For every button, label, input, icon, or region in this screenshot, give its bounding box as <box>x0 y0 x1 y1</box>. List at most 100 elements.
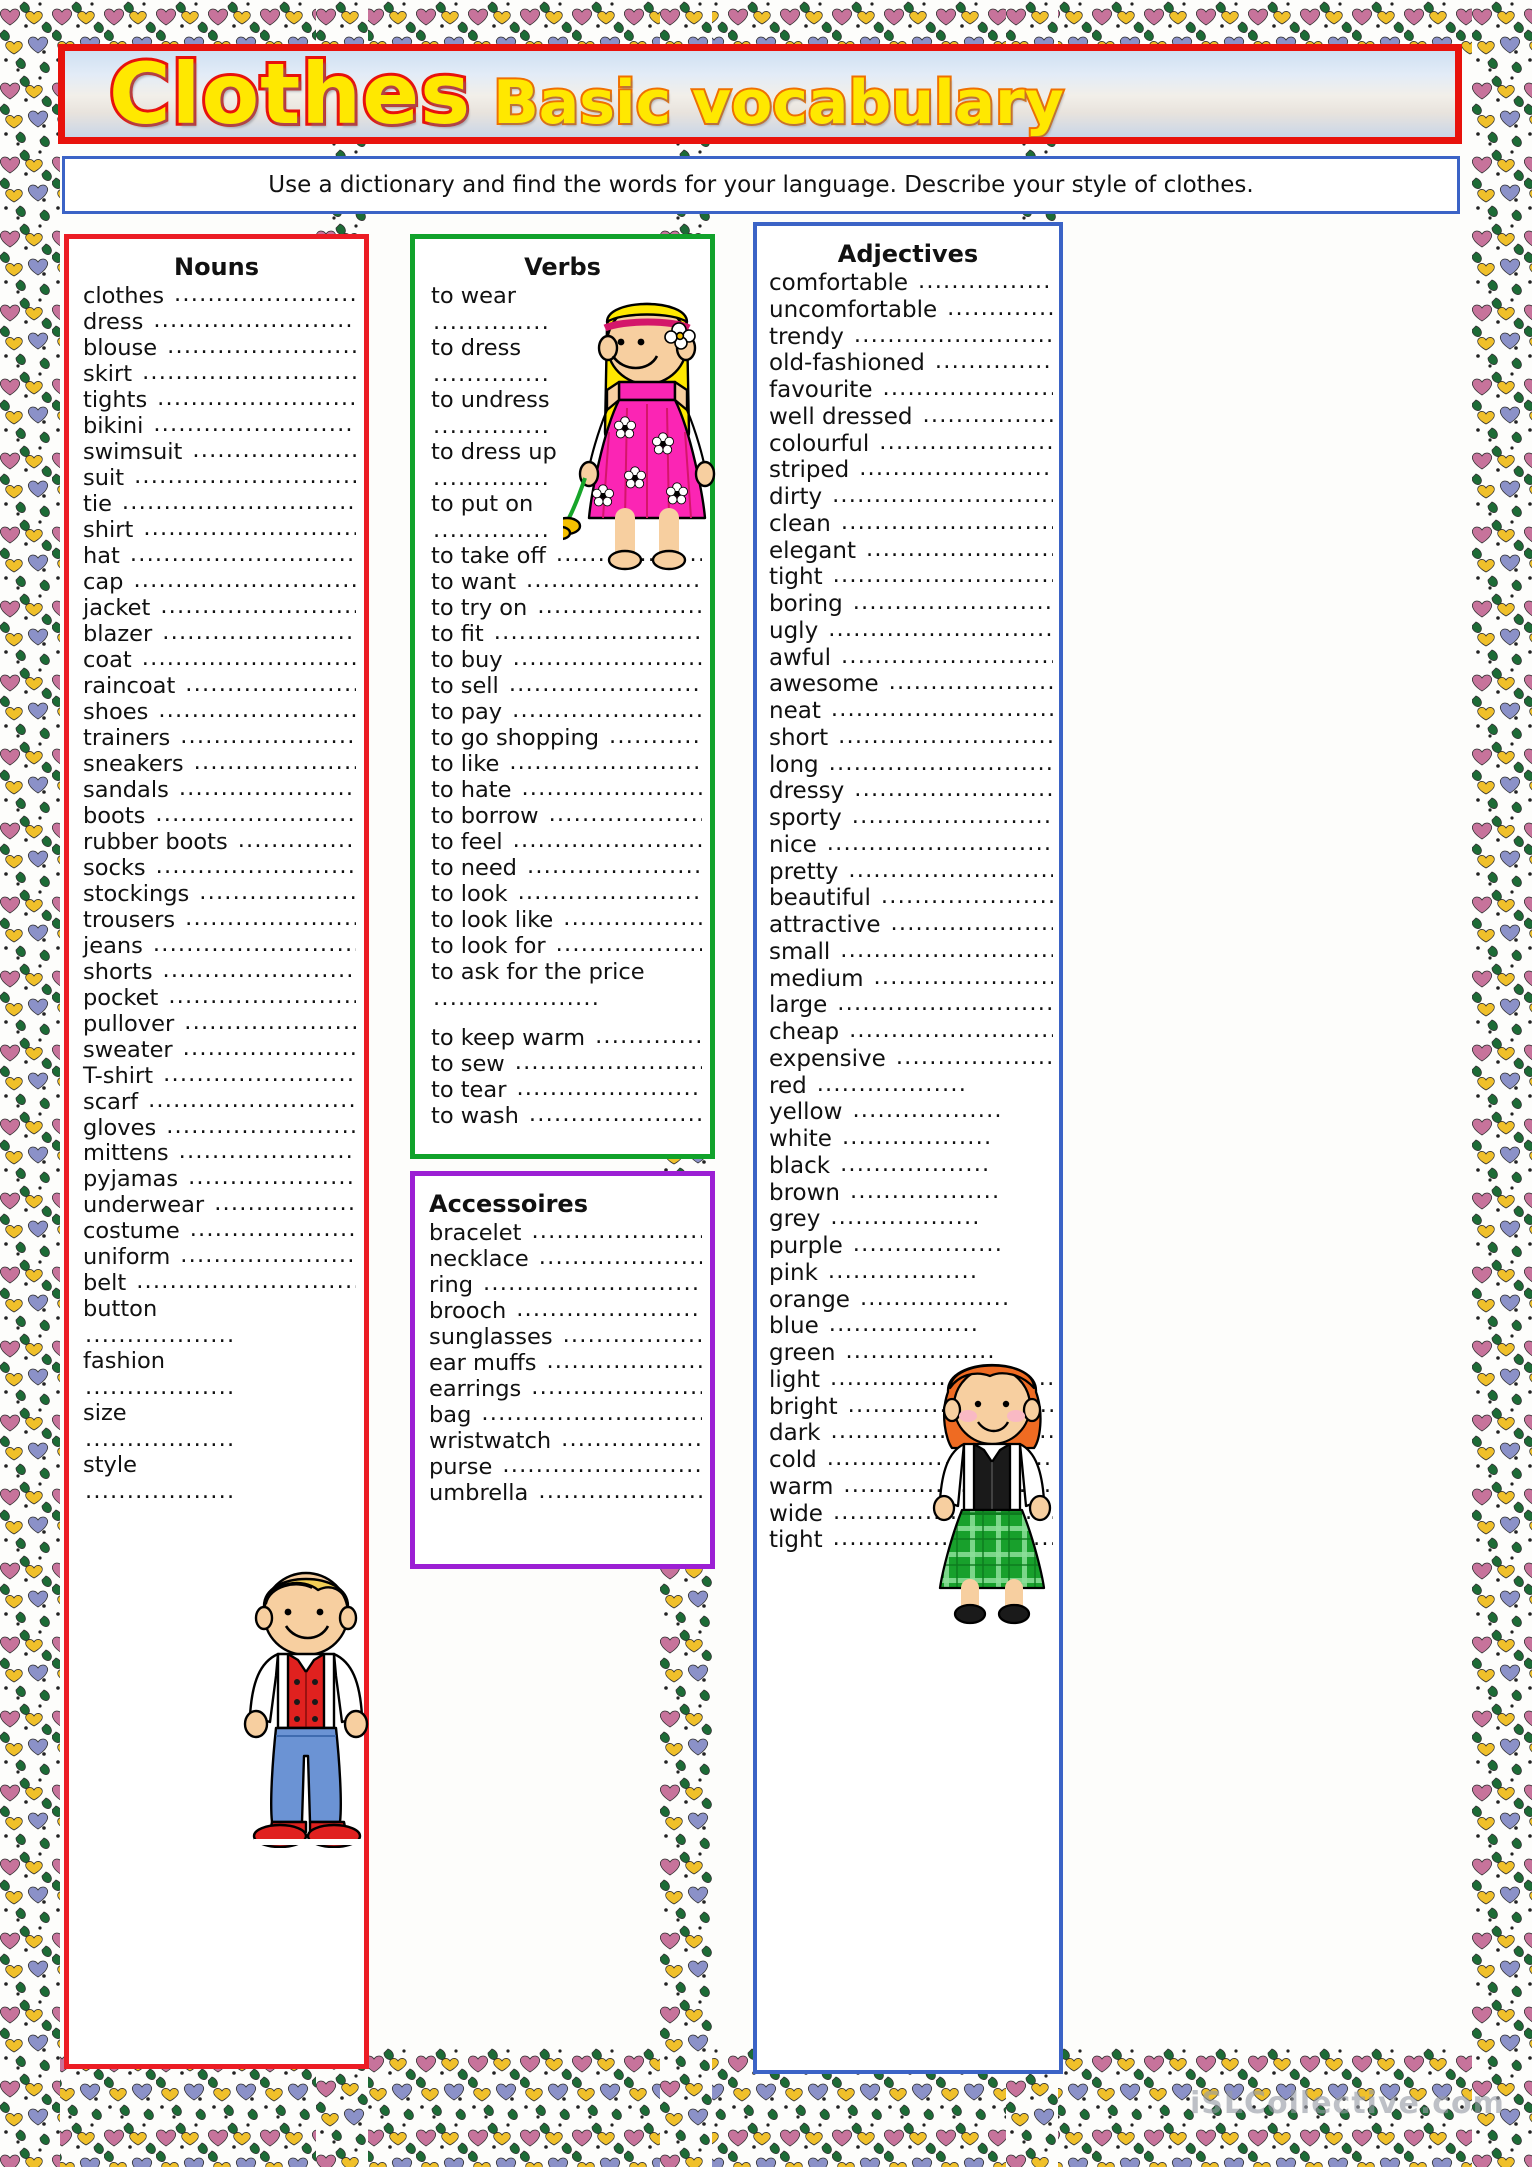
answer-blank[interactable]: ........................................… <box>563 1322 702 1348</box>
answer-blank[interactable]: ........................................… <box>179 775 356 801</box>
answer-blank[interactable]: ........................................… <box>549 801 702 827</box>
answer-blank[interactable]: ........................................… <box>838 724 1053 750</box>
answer-blank[interactable]: ........................................… <box>153 931 356 957</box>
answer-blank[interactable]: .............. <box>431 517 702 543</box>
answer-blank[interactable]: ........................................… <box>849 1018 1053 1044</box>
answer-blank[interactable]: ........................................… <box>199 879 356 905</box>
answer-blank[interactable]: ........................................… <box>859 456 1053 482</box>
answer-blank[interactable]: .................. <box>83 1478 356 1504</box>
answer-blank[interactable]: ........................................… <box>827 1446 1053 1472</box>
answer-blank[interactable]: ........................................… <box>830 1366 1053 1392</box>
answer-blank[interactable]: ........................................… <box>538 1478 702 1504</box>
answer-blank[interactable]: ........................................… <box>160 593 356 619</box>
answer-blank[interactable]: ........................................… <box>155 801 356 827</box>
answer-blank[interactable]: ........................................… <box>142 645 356 671</box>
answer-blank[interactable]: ........................................… <box>162 619 356 645</box>
answer-blank[interactable]: ........................................… <box>185 905 356 931</box>
answer-blank[interactable]: ........................................… <box>185 671 356 697</box>
answer-blank[interactable]: ........................................… <box>180 1242 356 1268</box>
answer-blank[interactable]: ........................................… <box>841 510 1053 536</box>
answer-blank[interactable]: ........................................… <box>148 1087 356 1113</box>
answer-blank[interactable]: ........................................… <box>881 884 1053 910</box>
answer-blank[interactable]: ........................................… <box>518 879 702 905</box>
answer-blank[interactable]: ........................................… <box>829 1312 979 1338</box>
answer-blank[interactable]: ........................................… <box>546 1348 702 1374</box>
answer-blank[interactable]: ........................................… <box>190 1216 356 1242</box>
answer-blank[interactable]: ........................................… <box>539 1244 702 1270</box>
answer-blank[interactable]: ........................................… <box>935 349 1053 375</box>
answer-blank[interactable]: ........................................… <box>163 957 356 983</box>
answer-blank[interactable]: ........................................… <box>179 1138 356 1164</box>
answer-blank[interactable]: ........................................… <box>180 723 356 749</box>
answer-blank[interactable]: ........................................… <box>194 749 356 775</box>
answer-blank[interactable]: ........................................… <box>556 541 702 567</box>
answer-blank[interactable]: ........................................… <box>882 376 1053 402</box>
answer-blank[interactable]: ........................................… <box>817 1072 967 1098</box>
answer-blank[interactable]: ........................................… <box>830 1205 980 1231</box>
answer-blank[interactable]: ........................................… <box>840 938 1053 964</box>
answer-blank[interactable]: ........................................… <box>529 1101 702 1127</box>
answer-blank[interactable]: ........................................… <box>481 1400 702 1426</box>
answer-blank[interactable]: ........................................… <box>183 1035 356 1061</box>
answer-blank[interactable]: ........................................… <box>531 1218 702 1244</box>
answer-blank[interactable]: ........................................… <box>828 1259 978 1285</box>
answer-blank[interactable]: ........................................… <box>853 590 1053 616</box>
answer-blank[interactable]: ........................................… <box>130 541 356 567</box>
answer-blank[interactable]: ........................................… <box>512 697 702 723</box>
answer-blank[interactable]: ........................................… <box>848 858 1053 884</box>
answer-blank[interactable]: ........................................… <box>509 749 702 775</box>
answer-blank[interactable]: ........................................… <box>157 385 356 411</box>
answer-blank[interactable]: ........................................… <box>841 644 1053 670</box>
answer-blank[interactable]: ........................................… <box>874 965 1053 991</box>
answer-blank[interactable]: ........................................… <box>142 359 356 385</box>
answer-blank[interactable]: ........................................… <box>833 1526 1053 1552</box>
answer-blank[interactable]: ........................................… <box>143 515 356 541</box>
answer-blank[interactable]: ........................................… <box>513 827 702 853</box>
answer-blank[interactable]: ........................................… <box>832 483 1053 509</box>
answer-blank[interactable]: ........................................… <box>214 1190 356 1216</box>
answer-blank[interactable]: ........................................… <box>526 567 702 593</box>
answer-blank[interactable]: ........................................… <box>502 1452 702 1478</box>
answer-blank[interactable]: ........................................… <box>850 1179 1000 1205</box>
answer-blank[interactable]: ........................................… <box>860 1286 1010 1312</box>
answer-blank[interactable]: ........................................… <box>837 991 1053 1017</box>
answer-blank[interactable]: ........................................… <box>188 1164 356 1190</box>
answer-blank[interactable]: ........................................… <box>527 853 702 879</box>
answer-blank[interactable]: ........................................… <box>922 403 1053 429</box>
answer-blank[interactable]: ........................................… <box>854 323 1053 349</box>
answer-blank[interactable]: ........................................… <box>563 905 702 931</box>
answer-blank[interactable]: ........................................… <box>174 281 356 307</box>
answer-blank[interactable]: ........................................… <box>609 723 702 749</box>
answer-blank[interactable]: ........................................… <box>513 645 702 671</box>
answer-blank[interactable]: ........................................… <box>852 1098 1002 1124</box>
answer-blank[interactable]: ........................................… <box>134 463 356 489</box>
answer-blank[interactable]: ........................................… <box>843 1473 1053 1499</box>
answer-blank[interactable]: ........................................… <box>153 307 356 333</box>
answer-blank[interactable]: ........................................… <box>833 1500 1053 1526</box>
answer-blank[interactable]: ........................................… <box>166 1113 356 1139</box>
answer-blank[interactable]: .................... <box>431 985 702 1011</box>
answer-blank[interactable]: ........................................… <box>918 269 1053 295</box>
answer-blank[interactable]: ........................................… <box>158 697 356 723</box>
answer-blank[interactable]: ........................................… <box>842 1125 992 1151</box>
answer-blank[interactable]: ........................................… <box>866 537 1053 563</box>
answer-blank[interactable]: .............. <box>431 361 702 387</box>
answer-blank[interactable]: ........................................… <box>153 411 356 437</box>
answer-blank[interactable]: .............. <box>431 309 702 335</box>
answer-blank[interactable]: ........................................… <box>122 489 356 515</box>
answer-blank[interactable]: ........................................… <box>184 1009 356 1035</box>
answer-blank[interactable]: ........................................… <box>192 437 356 463</box>
answer-blank[interactable]: ........................................… <box>521 775 702 801</box>
answer-blank[interactable]: .............. <box>431 413 702 439</box>
answer-blank[interactable]: .................. <box>83 1322 356 1348</box>
answer-blank[interactable]: ........................................… <box>556 931 702 957</box>
answer-blank[interactable]: ........................................… <box>516 1296 702 1322</box>
answer-blank[interactable]: ........................................… <box>891 911 1054 937</box>
answer-blank[interactable]: ........................................… <box>515 1049 702 1075</box>
answer-blank[interactable]: .................. <box>83 1374 356 1400</box>
answer-blank[interactable]: ........................................… <box>853 1232 1003 1258</box>
answer-blank[interactable]: ........................................… <box>879 430 1053 456</box>
answer-blank[interactable]: ........................................… <box>531 1374 702 1400</box>
answer-blank[interactable]: .............. <box>431 465 702 491</box>
answer-blank[interactable]: ........................................… <box>136 1268 356 1294</box>
